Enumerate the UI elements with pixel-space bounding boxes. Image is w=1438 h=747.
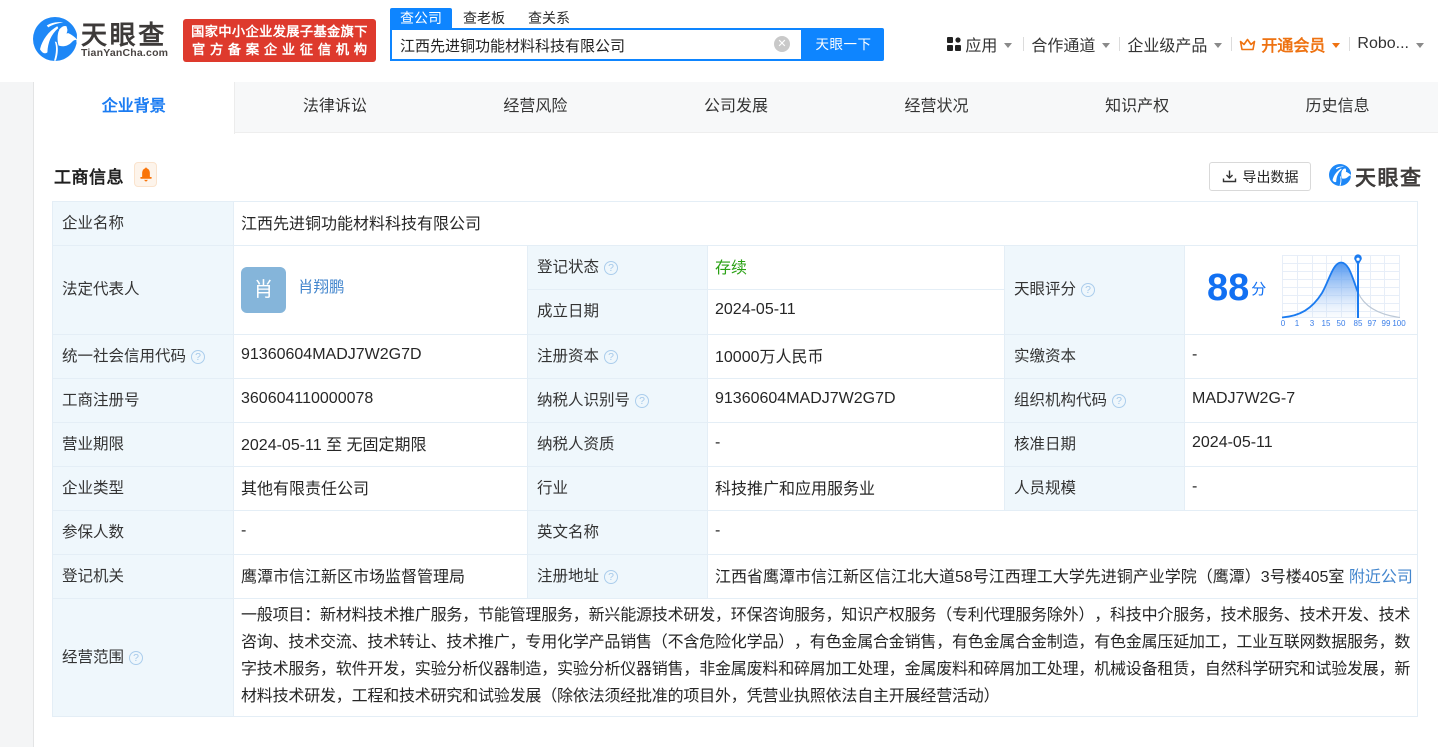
svg-text:97: 97 xyxy=(1368,319,1377,328)
svg-text:15: 15 xyxy=(1322,319,1331,328)
svg-text:3: 3 xyxy=(1310,319,1315,328)
svg-text:85: 85 xyxy=(1354,319,1363,328)
svg-text:50: 50 xyxy=(1337,319,1346,328)
svg-text:100: 100 xyxy=(1393,319,1407,328)
svg-text:1: 1 xyxy=(1295,319,1300,328)
svg-text:99: 99 xyxy=(1382,319,1391,328)
svg-text:0: 0 xyxy=(1281,319,1286,328)
